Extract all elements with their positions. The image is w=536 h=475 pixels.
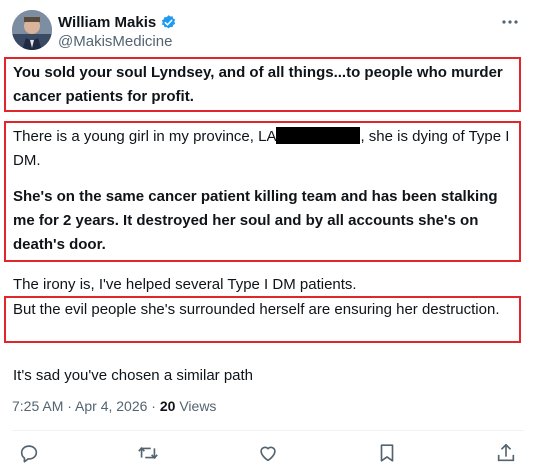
post-paragraph-3: She's on the same cancer patient killing… [13, 188, 498, 253]
post-paragraph-2-start: There is a young girl in my province, LA [13, 128, 277, 145]
repost-icon[interactable] [137, 442, 159, 464]
post-header: William Makis @MakisMedicine [12, 10, 524, 54]
divider [12, 430, 524, 431]
redaction-bar [276, 127, 361, 144]
share-icon[interactable] [495, 442, 517, 464]
author-handle[interactable]: @MakisMedicine [58, 33, 172, 50]
verified-badge-icon [160, 14, 177, 31]
avatar[interactable] [12, 10, 52, 50]
more-icon[interactable] [500, 12, 520, 32]
views-count: 20 [159, 398, 176, 414]
reply-icon[interactable] [18, 442, 40, 464]
like-icon[interactable] [257, 442, 279, 464]
post-paragraph-5: But the evil people she's surrounded her… [13, 301, 500, 318]
author-name[interactable]: William Makis [58, 14, 156, 31]
post-timestamp[interactable]: 7:25 AM · Apr 4, 2026 · [12, 398, 160, 414]
bookmark-icon[interactable] [376, 442, 398, 464]
post-paragraph-6: It's sad you've chosen a similar path [13, 367, 254, 384]
post-paragraph-1: You sold your soul Lyndsey, and of all t… [13, 64, 503, 105]
post-paragraph-4: The irony is, I've helped several Type I… [13, 276, 357, 293]
views-label: Views [175, 398, 217, 414]
post-meta: 7:25 AM · Apr 4, 2026 · 20 Views [12, 398, 216, 414]
post-paragraph-2: There is a young girl in my province, LA… [13, 125, 518, 173]
action-bar [0, 438, 536, 470]
